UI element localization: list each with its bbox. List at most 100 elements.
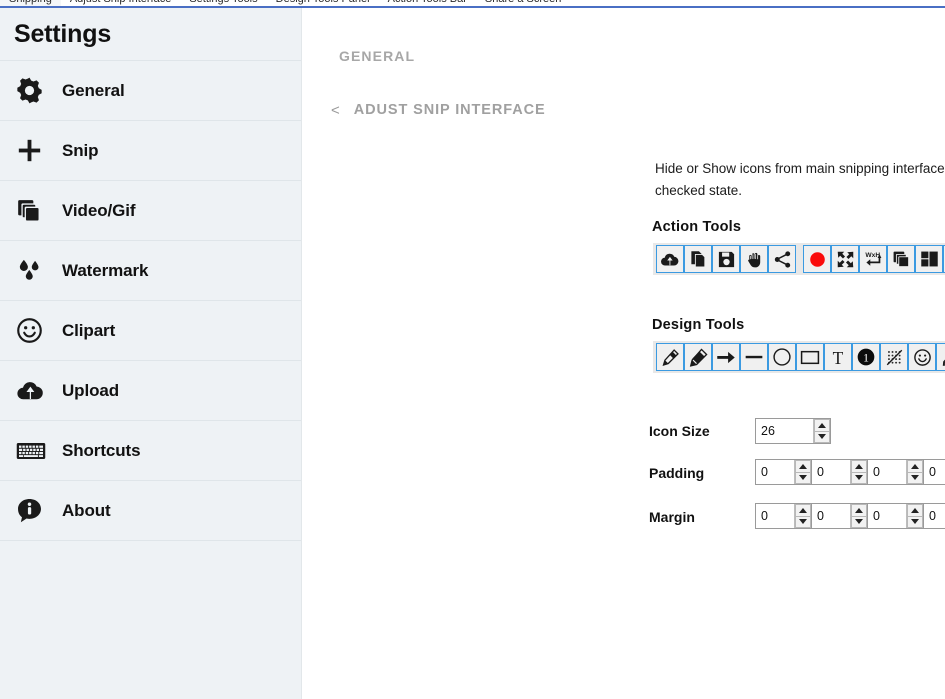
design-tools-strip: T 1 <box>653 341 945 373</box>
margin-label: Margin <box>649 509 695 525</box>
margin-value-4[interactable]: 0 <box>924 504 945 528</box>
margin-value-2[interactable]: 0 <box>812 504 850 528</box>
icon-size-stepper[interactable]: 26 <box>755 418 831 444</box>
settings-content-pane: GENERAL < ADUST SNIP INTERFACE Hide or S… <box>303 8 945 699</box>
stepper-down-button[interactable] <box>907 472 923 484</box>
rectangle-icon <box>800 350 820 364</box>
tool-blur[interactable] <box>880 343 908 371</box>
icon-size-value[interactable]: 26 <box>756 419 813 443</box>
sidebar-item-clipart[interactable]: Clipart <box>0 301 301 361</box>
tool-pen[interactable] <box>656 343 684 371</box>
tool-fullscreen[interactable] <box>831 245 859 273</box>
sidebar-item-upload[interactable]: Upload <box>0 361 301 421</box>
stepper-down-button[interactable] <box>851 516 867 528</box>
stepper-up-button[interactable] <box>851 504 867 517</box>
stepper-up-button[interactable] <box>795 504 811 517</box>
keyboard-icon <box>16 434 62 468</box>
droplets-icon <box>16 254 62 288</box>
settings-window: Snipping Adjust Snip Interface Settings … <box>0 0 945 699</box>
pen-icon <box>662 348 679 366</box>
padding-value-3[interactable]: 0 <box>868 460 906 484</box>
stepper-up-button[interactable] <box>907 460 923 473</box>
stepper-down-button[interactable] <box>795 516 811 528</box>
breadcrumb: GENERAL <box>339 48 416 64</box>
caret-down-icon <box>818 434 826 440</box>
tool-clipart-smiley[interactable] <box>908 343 936 371</box>
tool-layout-panels[interactable] <box>915 245 943 273</box>
layout-panels-icon <box>920 251 938 267</box>
margin-stepper-2[interactable]: 0 <box>811 503 868 529</box>
cloud-upload-icon <box>16 374 62 408</box>
record-dot-icon <box>809 251 825 267</box>
design-tools-label: Design Tools <box>652 317 745 333</box>
tool-share[interactable] <box>768 245 796 273</box>
stepper-up-button[interactable] <box>851 460 867 473</box>
tool-marker[interactable] <box>684 343 712 371</box>
padding-stepper-1[interactable]: 0 <box>755 459 812 485</box>
margin-stepper-3[interactable]: 0 <box>867 503 924 529</box>
stepper-up-button[interactable] <box>907 504 923 517</box>
padding-stepper-4[interactable]: 0 <box>923 459 945 485</box>
sidebar-item-general[interactable]: General <box>0 61 301 121</box>
caret-up-icon <box>911 463 919 469</box>
caret-down-icon <box>855 519 863 525</box>
sidebar-item-about[interactable]: About <box>0 481 301 541</box>
tool-hand-drag[interactable] <box>740 245 768 273</box>
padding-stepper-3[interactable]: 0 <box>867 459 924 485</box>
sidebar-item-label: About <box>62 500 111 520</box>
tool-rectangle[interactable] <box>796 343 824 371</box>
action-tools-strip: WxH <box>653 243 945 275</box>
caret-up-icon <box>799 507 807 513</box>
step-number-icon: 1 <box>857 348 875 366</box>
smiley-icon <box>913 348 931 366</box>
sidebar-item-snip[interactable]: Snip <box>0 121 301 181</box>
margin-value-3[interactable]: 0 <box>868 504 906 528</box>
sidebar-item-shortcuts[interactable]: Shortcuts <box>0 421 301 481</box>
padding-stepper-2[interactable]: 0 <box>811 459 868 485</box>
copy-pages-icon <box>690 250 705 267</box>
stepper-up-button[interactable] <box>795 460 811 473</box>
stepper-down-button[interactable] <box>814 431 830 443</box>
section-header: < ADUST SNIP INTERFACE <box>331 102 546 118</box>
caret-up-icon <box>911 507 919 513</box>
padding-value-4[interactable]: 0 <box>924 460 945 484</box>
tool-arrow[interactable] <box>712 343 740 371</box>
cloud-upload-icon <box>661 253 679 266</box>
stepper-down-button[interactable] <box>851 472 867 484</box>
section-title: ADUST SNIP INTERFACE <box>353 102 546 118</box>
padding-value-2[interactable]: 0 <box>812 460 850 484</box>
stepper-arrows <box>850 504 867 528</box>
caret-up-icon <box>855 463 863 469</box>
stepper-down-button[interactable] <box>907 516 923 528</box>
margin-stepper-1[interactable]: 0 <box>755 503 812 529</box>
tool-text[interactable]: T <box>824 343 852 371</box>
tool-record[interactable] <box>803 245 831 273</box>
margin-stepper-4[interactable]: 0 <box>923 503 945 529</box>
back-chevron-icon[interactable]: < <box>331 103 340 118</box>
tool-cloud-upload[interactable] <box>656 245 684 273</box>
arrow-right-icon <box>717 351 735 363</box>
blur-pixelate-icon <box>886 349 902 365</box>
tool-eyedropper[interactable] <box>936 343 945 371</box>
padding-value-1[interactable]: 0 <box>756 460 794 484</box>
sidebar-item-watermark[interactable]: Watermark <box>0 241 301 301</box>
tool-wxh-resize[interactable]: WxH <box>859 245 887 273</box>
stepper-arrows <box>794 504 811 528</box>
sidebar-item-label: Shortcuts <box>62 440 141 460</box>
stepper-up-button[interactable] <box>814 419 830 432</box>
tool-copy[interactable] <box>684 245 712 273</box>
tool-line[interactable] <box>740 343 768 371</box>
margin-value-1[interactable]: 0 <box>756 504 794 528</box>
tool-save[interactable] <box>712 245 740 273</box>
tool-circle[interactable] <box>768 343 796 371</box>
tool-layers[interactable] <box>887 245 915 273</box>
stepper-down-button[interactable] <box>795 472 811 484</box>
browser-tab-strip: Snipping Adjust Snip Interface Settings … <box>0 0 945 8</box>
stepper-arrows <box>794 460 811 484</box>
tool-step-number[interactable]: 1 <box>852 343 880 371</box>
sidebar-item-video-gif[interactable]: Video/Gif <box>0 181 301 241</box>
caret-up-icon <box>818 422 826 428</box>
caret-down-icon <box>855 475 863 481</box>
svg-text:T: T <box>833 348 844 367</box>
padding-label: Padding <box>649 465 705 481</box>
